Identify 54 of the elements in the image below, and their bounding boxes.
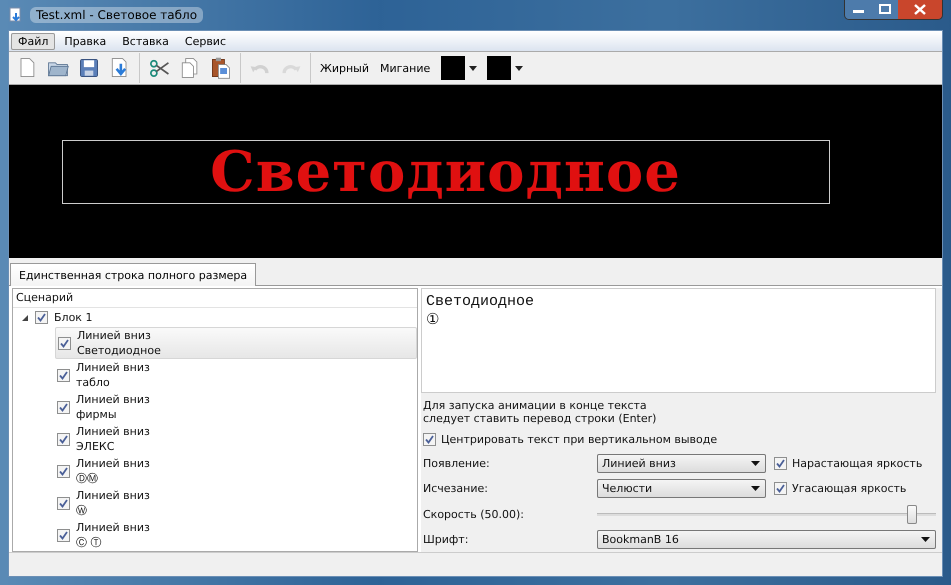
dropdown-arrow-icon[interactable] (468, 63, 478, 73)
checkbox[interactable] (57, 464, 70, 478)
dropdown[interactable]: BookmanB 16 (597, 530, 936, 549)
checkbox[interactable] (57, 528, 70, 542)
menu-item[interactable]: Сервис (178, 32, 234, 50)
tree-item[interactable]: Линией вниз Светодиодное (77, 328, 161, 358)
checkbox[interactable] (423, 432, 436, 446)
menu-item[interactable]: Файл (11, 32, 56, 50)
tree-item[interactable]: Линией вниз табло (76, 360, 150, 390)
tree-item[interactable]: Линией вниз Ⓒ Ⓣ (76, 520, 150, 550)
dropdown[interactable]: Линией вниз (597, 454, 766, 473)
tree-item[interactable]: Линией вниз Ⓦ (76, 488, 150, 518)
menu-item[interactable]: Правка (57, 32, 114, 50)
dropdown[interactable]: Челюсти (597, 479, 766, 498)
color-swatch[interactable] (487, 56, 512, 80)
checkbox-label: Центрировать текст при вертикальном выводе (441, 432, 718, 446)
dropdown-arrow-icon[interactable] (514, 63, 524, 73)
checkbox[interactable] (58, 336, 71, 350)
checkbox[interactable] (774, 456, 787, 470)
field-label: Скорость (50.00): (423, 508, 525, 521)
hint-text: Для запуска анимации в конце текста следует ставить перевод строки (Enter) (422, 398, 658, 428)
maximize-icon[interactable] (872, 0, 898, 19)
bold-button[interactable]: Жирный (316, 62, 374, 74)
color-swatch[interactable] (441, 56, 466, 80)
window-title: Test.xml - Световое табло (30, 7, 204, 23)
close-icon[interactable] (898, 0, 942, 19)
checkbox[interactable] (774, 482, 787, 496)
tree-item[interactable]: Линией вниз фирмы (76, 392, 150, 422)
minimize-icon[interactable] (845, 0, 872, 19)
tab[interactable]: Единственная строка полного размера (10, 263, 256, 286)
dropdown-arrow-icon[interactable] (750, 458, 761, 468)
checkbox[interactable] (57, 400, 70, 414)
tree-item[interactable]: Линией вниз ⒹⓂ (76, 456, 150, 486)
field-label: Появление: (423, 456, 491, 470)
text-editor[interactable]: Светодиодное ① (421, 288, 936, 394)
dropdown-arrow-icon[interactable] (750, 484, 761, 494)
dropdown-arrow-icon[interactable] (920, 534, 931, 544)
field-label: Шрифт: (423, 532, 470, 546)
tree-item[interactable]: Линией вниз ЭЛЕКС (76, 424, 150, 454)
checkbox[interactable] (57, 496, 70, 510)
checkbox-label: Угасающая яркость (792, 482, 906, 496)
field-label: Исчезание: (423, 482, 489, 496)
checkbox-label: Нарастающая яркость (792, 456, 922, 470)
menu-item[interactable]: Вставка (115, 32, 176, 50)
selected-row[interactable]: Линией вниз Светодиодное (55, 327, 417, 359)
slider-track[interactable] (597, 503, 936, 526)
tree-item[interactable]: Блок 1 (54, 310, 92, 325)
expander-icon[interactable] (21, 314, 29, 322)
checkbox[interactable] (35, 311, 48, 324)
checkbox[interactable] (57, 368, 70, 382)
checkbox[interactable] (57, 432, 70, 446)
slider-thumb[interactable] (907, 505, 918, 524)
blink-button[interactable]: Мигание (376, 62, 434, 74)
led-text: Светодиодное (210, 140, 681, 204)
